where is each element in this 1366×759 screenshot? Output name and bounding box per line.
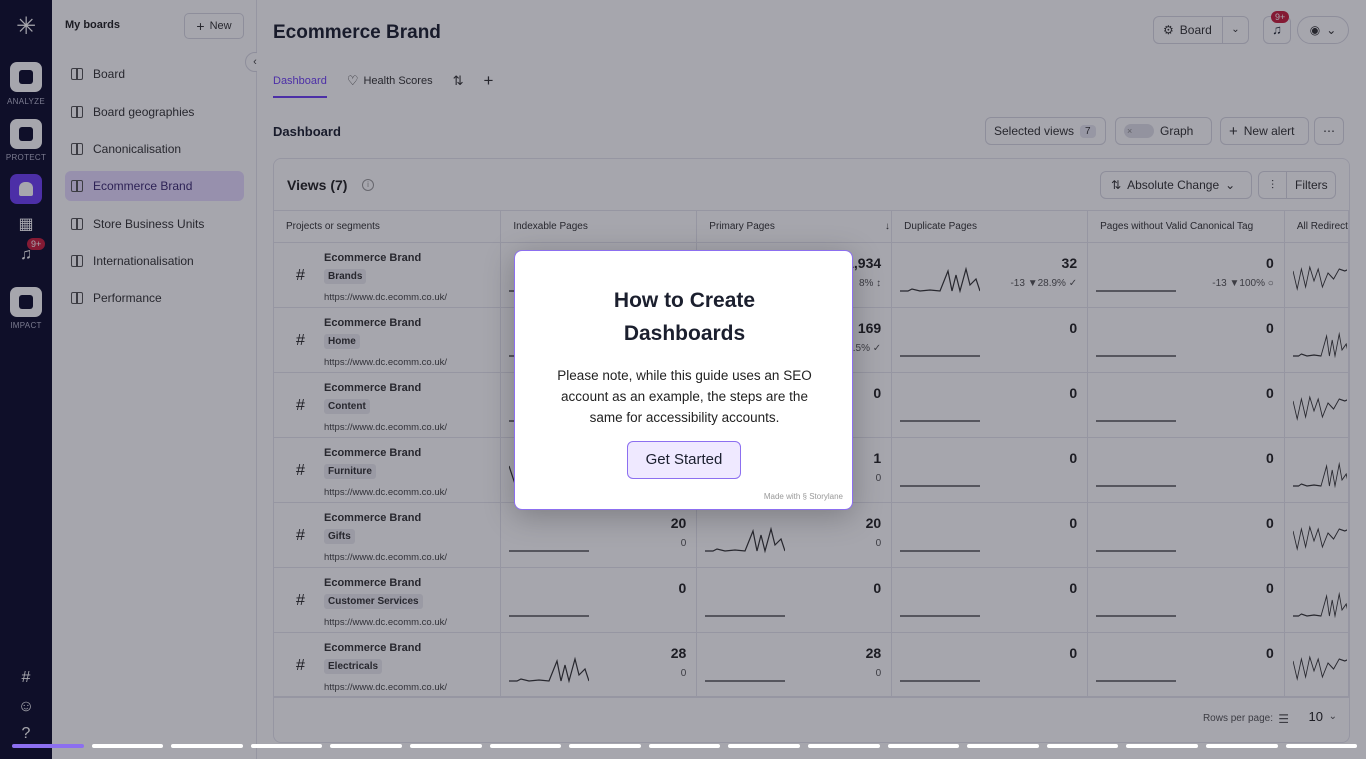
progress-segment[interactable] [1205, 744, 1278, 748]
progress-segment[interactable] [12, 744, 84, 748]
progress-segment[interactable] [648, 744, 721, 748]
progress-segment[interactable] [728, 744, 800, 748]
progress-segment[interactable] [1046, 744, 1119, 748]
get-started-button[interactable]: Get Started [627, 441, 741, 479]
progress-segment[interactable] [330, 744, 402, 748]
progress-segment[interactable] [1285, 744, 1358, 748]
progress-segment[interactable] [887, 744, 960, 748]
modal-title: How to Create Dashboards [613, 289, 756, 345]
progress-segment[interactable] [1126, 744, 1198, 748]
progress-segment[interactable] [171, 744, 243, 748]
progress-segment[interactable] [409, 744, 482, 748]
progress-segment[interactable] [250, 744, 323, 748]
progress-segment[interactable] [967, 744, 1039, 748]
progress-segment[interactable] [807, 744, 880, 748]
modal-body: Please note, while this guide uses an SE… [557, 368, 812, 425]
made-with-label[interactable]: Made with § Storylane [764, 492, 843, 501]
guide-progress [12, 744, 1358, 750]
progress-segment[interactable] [569, 744, 641, 748]
guide-modal: How to Create Dashboards Please note, wh… [514, 250, 853, 510]
progress-segment[interactable] [489, 744, 562, 748]
progress-segment[interactable] [91, 744, 164, 748]
